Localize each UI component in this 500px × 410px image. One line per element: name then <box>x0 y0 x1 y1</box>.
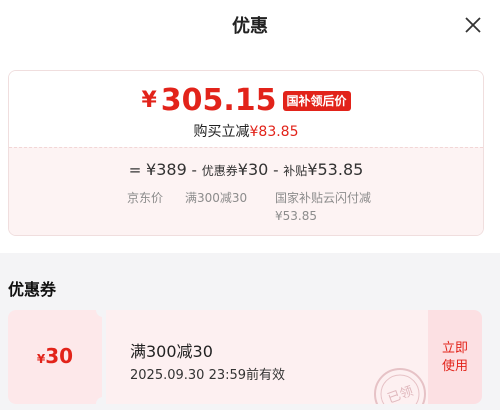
coupon-card: ¥30 满300减30 2025.09.30 23:59前有效 已领 立即使用 <box>8 310 482 404</box>
final-price: 305.15 <box>160 83 277 118</box>
currency-symbol: ¥ <box>141 88 157 113</box>
discount-panel: 优惠 ¥305.15 国补领后价 购买立减¥83.85 = ¥389 - 优惠券¥… <box>0 0 500 253</box>
coupon-currency: ¥ <box>36 352 46 366</box>
coupon-caption: 满300减30 <box>185 191 248 205</box>
subsidy-term-amount: ¥53.85 <box>307 160 364 179</box>
final-price-row: ¥305.15 国补领后价 <box>9 83 483 119</box>
close-icon <box>465 17 481 33</box>
price-breakdown: = ¥389 - 优惠券¥30 - 补贴¥53.85 京东价 满300减30 国… <box>9 147 483 235</box>
subsidy-caption-line1: 国家补贴云闪付减 <box>275 191 372 205</box>
coupon-value-panel: ¥30 <box>8 310 102 404</box>
final-price-section: ¥305.15 国补领后价 购买立减¥83.85 <box>9 71 483 147</box>
minus-sign: - <box>191 161 197 179</box>
minus-sign: - <box>273 161 279 179</box>
instant-discount-amount: ¥83.85 <box>249 124 299 140</box>
coupon-value: ¥30 <box>8 344 102 368</box>
use-now-button[interactable]: 立即使用 <box>428 310 482 404</box>
base-price: ¥389 <box>146 160 187 179</box>
price-summary-card: ¥305.15 国补领后价 购买立减¥83.85 = ¥389 - 优惠券¥30 … <box>8 70 484 236</box>
coupon-amount: 30 <box>45 344 74 368</box>
coupons-section-title: 优惠券 <box>8 280 57 299</box>
claimed-stamp-icon: 已领 <box>372 366 428 404</box>
subsidy-caption-line2: ¥53.85 <box>275 209 317 223</box>
coupon-expiry: 2025.09.30 23:59前有效 <box>130 368 286 383</box>
use-now-label: 立即使用 <box>441 341 468 374</box>
instant-discount-row: 购买立减¥83.85 <box>9 121 483 141</box>
claimed-stamp-text: 已领 <box>386 384 416 404</box>
coupon-term-amount: ¥30 <box>237 160 269 179</box>
base-price-caption: 京东价 <box>127 191 164 205</box>
subsidy-term-label: 补贴 <box>283 164 308 178</box>
subsidy-price-badge: 国补领后价 <box>282 90 351 111</box>
close-button[interactable] <box>462 14 484 36</box>
equals-sign: = <box>128 161 142 179</box>
coupon-name: 满300减30 <box>130 342 213 361</box>
breakdown-formula: = ¥389 - 优惠券¥30 - 补贴¥53.85 <box>9 160 483 184</box>
page-title: 优惠 <box>232 16 268 37</box>
instant-discount-label: 购买立减 <box>193 124 250 140</box>
coupon-term-label: 优惠券 <box>201 164 238 178</box>
